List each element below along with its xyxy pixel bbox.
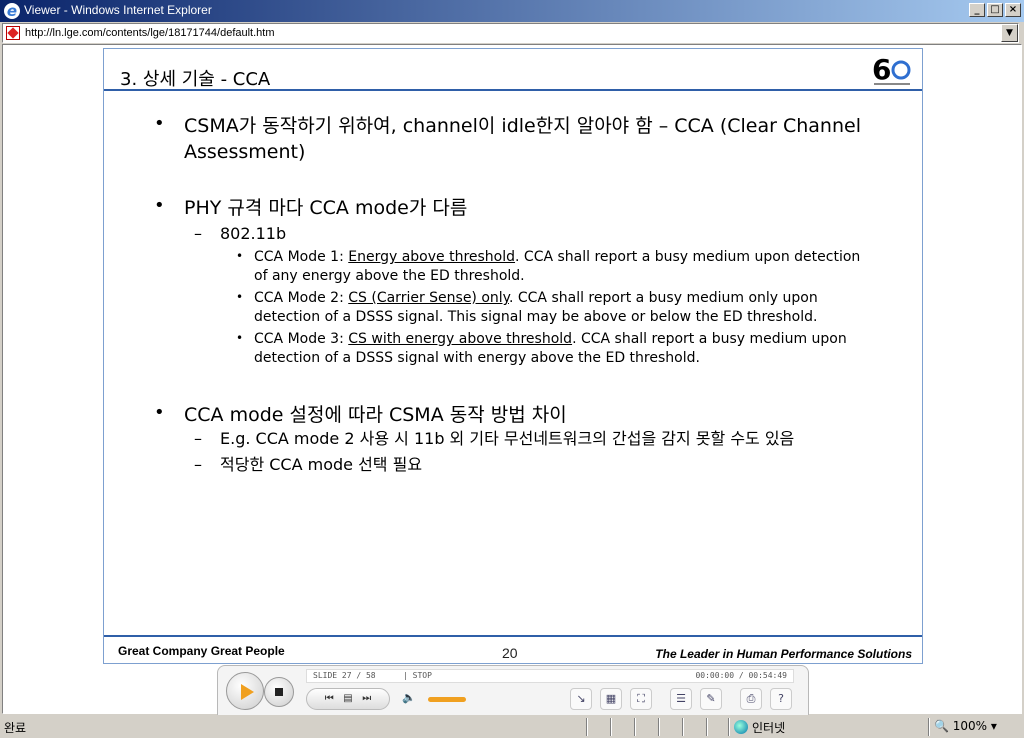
prev-slide-icon[interactable]: ⏮ <box>325 693 334 704</box>
play-button[interactable] <box>226 672 264 710</box>
status-separator <box>706 718 708 736</box>
window-title: Viewer - Windows Internet Explorer <box>24 3 212 17</box>
status-separator <box>728 718 730 736</box>
volume-icon[interactable]: 🔈 <box>398 688 420 710</box>
page-number: 20 <box>502 645 518 661</box>
status-separator <box>682 718 684 736</box>
tool-icon-2[interactable]: ▦ <box>600 688 622 710</box>
footer-slogan: Great Company Great People <box>118 644 285 658</box>
zoom-level[interactable]: 🔍 100% ▾ <box>934 719 997 733</box>
cca-mode-3: • CCA Mode 3: CS with energy above thresh… <box>236 331 847 366</box>
bullet-csma: • CSMA가 동작하기 위하여, channel이 idle한지 알아야 함 –… <box>154 113 861 163</box>
cca-mode-2: • CCA Mode 2: CS (Carrier Sense) only. CC… <box>236 290 818 325</box>
ie-icon: e <box>4 3 20 19</box>
slide-body: • CSMA가 동작하기 위하여, channel이 idle한지 알아야 함 –… <box>154 113 874 476</box>
bullet-cca-mode: • CCA mode 설정에 따라 CSMA 동작 방법 차이 <box>154 402 567 426</box>
address-bar[interactable]: http://ln.lge.com/contents/lge/18171744/… <box>2 23 1019 43</box>
player-controls: SLIDE 27 / 58 | STOP 00:00:00 / 00:54:49… <box>217 665 809 715</box>
slide-title: 3. 상세 기술 - CCA <box>120 69 271 90</box>
bullet-phy: • PHY 규격 마다 CCA mode가 다름 <box>154 195 468 219</box>
status-separator <box>610 718 612 736</box>
security-zone[interactable]: 인터넷 <box>734 719 785 736</box>
six-sigma-logo: 6 <box>872 53 911 86</box>
help-icon[interactable]: ? <box>770 688 792 710</box>
slide-list-icon[interactable]: ▤ <box>343 693 352 704</box>
window-title-bar: e Viewer - Windows Internet Explorer _ □… <box>0 0 1024 22</box>
slide-counter: SLIDE 27 / 58 <box>313 671 376 680</box>
maximize-button[interactable]: □ <box>987 3 1003 17</box>
status-bar: 완료 인터넷 🔍 100% ▾ <box>0 716 1024 738</box>
sub-selection: – 적당한 CCA mode 선택 필요 <box>194 455 423 474</box>
player-time: 00:00:00 / 00:54:49 <box>695 671 787 680</box>
minimize-button[interactable]: _ <box>969 3 985 17</box>
print-icon[interactable]: ⎙ <box>740 688 762 710</box>
footer-rule <box>104 635 922 637</box>
cca-mode-1: • CCA Mode 1: Energy above threshold. CCA… <box>236 249 861 284</box>
footer-tagline: The Leader in Human Performance Solution… <box>655 647 912 661</box>
slide: 3. 상세 기술 - CCA 6 • CSMA가 동작하기 위하여, channe… <box>103 48 923 664</box>
page-icon <box>6 26 20 40</box>
tool-icon-1[interactable]: ↘ <box>570 688 592 710</box>
address-dropdown-button[interactable]: ▼ <box>1001 24 1018 42</box>
content-area: 3. 상세 기술 - CCA 6 • CSMA가 동작하기 위하여, channe… <box>2 44 1022 715</box>
globe-icon <box>734 720 748 734</box>
player-info-bar: SLIDE 27 / 58 | STOP 00:00:00 / 00:54:49 <box>306 669 794 683</box>
player-state: | STOP <box>403 671 432 680</box>
status-separator <box>634 718 636 736</box>
sub-80211b: –802.11b <box>194 224 287 243</box>
volume-slider[interactable] <box>428 697 466 702</box>
status-separator <box>586 718 588 736</box>
url-text[interactable]: http://ln.lge.com/contents/lge/18171744/… <box>25 27 275 39</box>
slide-nav-group: ⏮ ▤ ⏭ <box>306 688 390 710</box>
svg-text:6: 6 <box>872 53 891 86</box>
status-separator <box>658 718 660 736</box>
title-rule <box>104 89 922 91</box>
outline-icon[interactable]: ☰ <box>670 688 692 710</box>
fullscreen-icon[interactable]: ⛶ <box>630 688 652 710</box>
status-separator <box>928 718 930 736</box>
next-slide-icon[interactable]: ⏭ <box>362 693 371 704</box>
sub-example: – E.g. CCA mode 2 사용 시 11b 외 기타 무선네트워크의 간… <box>194 429 795 448</box>
stop-button[interactable] <box>264 677 294 707</box>
status-text: 완료 <box>4 721 27 735</box>
notes-icon[interactable]: ✎ <box>700 688 722 710</box>
close-button[interactable]: × <box>1005 3 1021 17</box>
